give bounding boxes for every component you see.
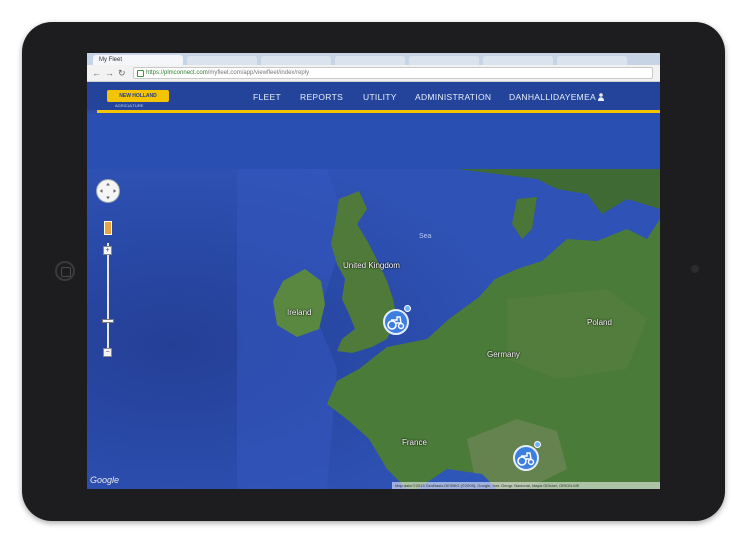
google-logo[interactable]: Google bbox=[90, 475, 119, 485]
nav-reports[interactable]: REPORTS bbox=[300, 92, 343, 102]
screen: My Fleet ← → ↻ https://plmconnect.com/my… bbox=[87, 53, 660, 489]
browser-tab-inactive[interactable] bbox=[409, 56, 479, 65]
nav-user[interactable]: DANHALLIDAYEMEA bbox=[509, 92, 605, 102]
machine-marker-italy[interactable] bbox=[513, 445, 539, 471]
url-text: https://plmconnect.com/myfleet.com/app/v… bbox=[146, 70, 310, 76]
back-arrow-icon[interactable]: ← bbox=[92, 67, 101, 79]
tractor-icon bbox=[387, 316, 405, 330]
zoom-slider-track[interactable] bbox=[107, 243, 109, 353]
nav-administration[interactable]: ADMINISTRATION bbox=[415, 92, 491, 102]
nav-utility[interactable]: UTILITY bbox=[363, 92, 397, 102]
machine-marker-uk[interactable] bbox=[383, 309, 409, 335]
marker-badge bbox=[404, 305, 411, 312]
browser-tab-inactive[interactable] bbox=[335, 56, 405, 65]
map-attribution[interactable]: Map data ©2013 GeoBasis-DE/BKG (©2009), … bbox=[392, 482, 660, 489]
camera bbox=[691, 265, 699, 273]
tractor-icon bbox=[517, 452, 535, 466]
map-label-uk: United Kingdom bbox=[343, 261, 400, 270]
user-name: DANHALLIDAYEMEA bbox=[509, 92, 597, 102]
zoom-slider-handle[interactable] bbox=[102, 319, 114, 323]
pan-control[interactable] bbox=[96, 179, 120, 203]
address-bar[interactable]: https://plmconnect.com/myfleet.com/app/v… bbox=[133, 67, 653, 79]
user-icon bbox=[598, 93, 605, 101]
pan-arrows-icon bbox=[99, 182, 117, 200]
browser-tab-inactive[interactable] bbox=[483, 56, 553, 65]
brand-logo-subtitle: AGRICULTURE bbox=[115, 103, 144, 108]
browser-tab-inactive[interactable] bbox=[557, 56, 627, 65]
browser-tabbar: My Fleet bbox=[87, 53, 660, 65]
browser-tab[interactable]: My Fleet bbox=[93, 55, 183, 65]
map-label-poland: Poland bbox=[587, 318, 612, 327]
browser-tab-inactive[interactable] bbox=[187, 56, 257, 65]
home-button[interactable] bbox=[55, 261, 75, 281]
header-spacer bbox=[87, 113, 660, 169]
zoom-in-button[interactable]: + bbox=[103, 246, 112, 255]
map-label-ireland: Ireland bbox=[287, 308, 312, 317]
map-label-sea: Sea bbox=[419, 233, 432, 240]
forward-arrow-icon[interactable]: → bbox=[105, 67, 114, 79]
browser-toolbar: ← → ↻ https://plmconnect.com/myfleet.com… bbox=[87, 65, 660, 82]
reload-icon[interactable]: ↻ bbox=[118, 67, 126, 79]
satellite-map[interactable] bbox=[87, 169, 660, 489]
zoom-out-button[interactable]: − bbox=[103, 348, 112, 357]
street-view-pegman-icon[interactable] bbox=[104, 221, 112, 235]
map-label-france: France bbox=[402, 438, 427, 447]
map-label-germany: Germany bbox=[487, 350, 520, 359]
marker-badge bbox=[534, 441, 541, 448]
brand-logo[interactable]: NEW HOLLAND bbox=[107, 90, 169, 102]
lock-icon bbox=[137, 70, 144, 77]
nav-fleet[interactable]: FLEET bbox=[253, 92, 281, 102]
browser-tab-inactive[interactable] bbox=[261, 56, 331, 65]
